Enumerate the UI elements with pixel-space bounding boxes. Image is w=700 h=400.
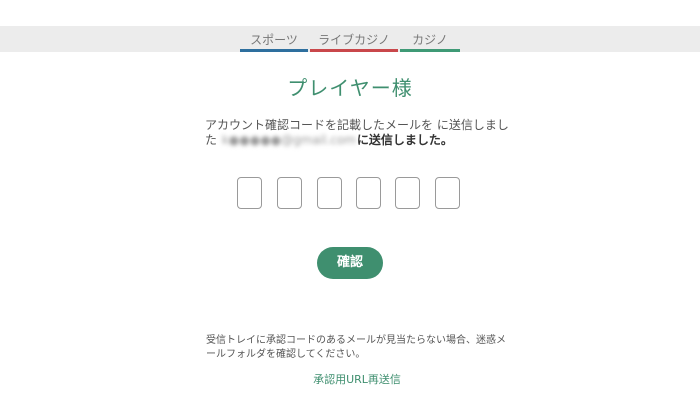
code-digit-3[interactable] bbox=[317, 177, 342, 209]
sent-message-line-1: アカウント確認コードを記載したメールを に送信しまし bbox=[205, 118, 509, 132]
code-digit-2[interactable] bbox=[277, 177, 302, 209]
nav-bar: スポーツ ライブカジノ カジノ bbox=[0, 26, 700, 52]
tab-casino-label: カジノ bbox=[412, 33, 448, 47]
spam-folder-note: 受信トレイに承認コードのあるメールが見当たらない場合、迷惑メ ールフォルダを確認… bbox=[206, 334, 506, 362]
spam-folder-note-line-1: 受信トレイに承認コードのあるメールが見当たらない場合、迷惑メ bbox=[206, 335, 506, 346]
code-digit-6[interactable] bbox=[435, 177, 460, 209]
tab-sports-underline bbox=[240, 49, 308, 52]
code-digit-1[interactable] bbox=[237, 177, 262, 209]
email-address: k●●●●●@gmail.com bbox=[221, 133, 356, 147]
sent-message-line-2: た k●●●●●@gmail.comに送信しました。 bbox=[205, 133, 505, 148]
code-digit-4[interactable] bbox=[356, 177, 381, 209]
spam-folder-note-line-2: ールフォルダを確認してください。 bbox=[206, 349, 366, 360]
top-strip bbox=[0, 0, 700, 26]
tab-casino-underline bbox=[400, 49, 460, 52]
confirm-button[interactable]: 確認 bbox=[317, 247, 383, 279]
tab-sports[interactable]: スポーツ bbox=[240, 26, 308, 52]
tab-live-casino-underline bbox=[310, 49, 398, 52]
verification-page: スポーツ ライブカジノ カジノ プレイヤー様 アカウント確認コードを記載したメー… bbox=[0, 0, 700, 400]
sent-message-suffix: に送信しました。 bbox=[356, 133, 453, 147]
tab-sports-label: スポーツ bbox=[250, 33, 298, 47]
page-title: プレイヤー様 bbox=[287, 76, 413, 100]
code-digit-5[interactable] bbox=[395, 177, 420, 209]
tab-live-casino[interactable]: ライブカジノ bbox=[310, 26, 398, 52]
tab-casino[interactable]: カジノ bbox=[400, 26, 460, 52]
sent-message-prefix: た bbox=[205, 133, 218, 147]
sent-message: アカウント確認コードを記載したメールを に送信しまし た k●●●●●@gmai… bbox=[205, 118, 509, 148]
tab-live-casino-label: ライブカジノ bbox=[318, 33, 390, 47]
resend-url-link[interactable]: 承認用URL再送信 bbox=[0, 371, 700, 387]
